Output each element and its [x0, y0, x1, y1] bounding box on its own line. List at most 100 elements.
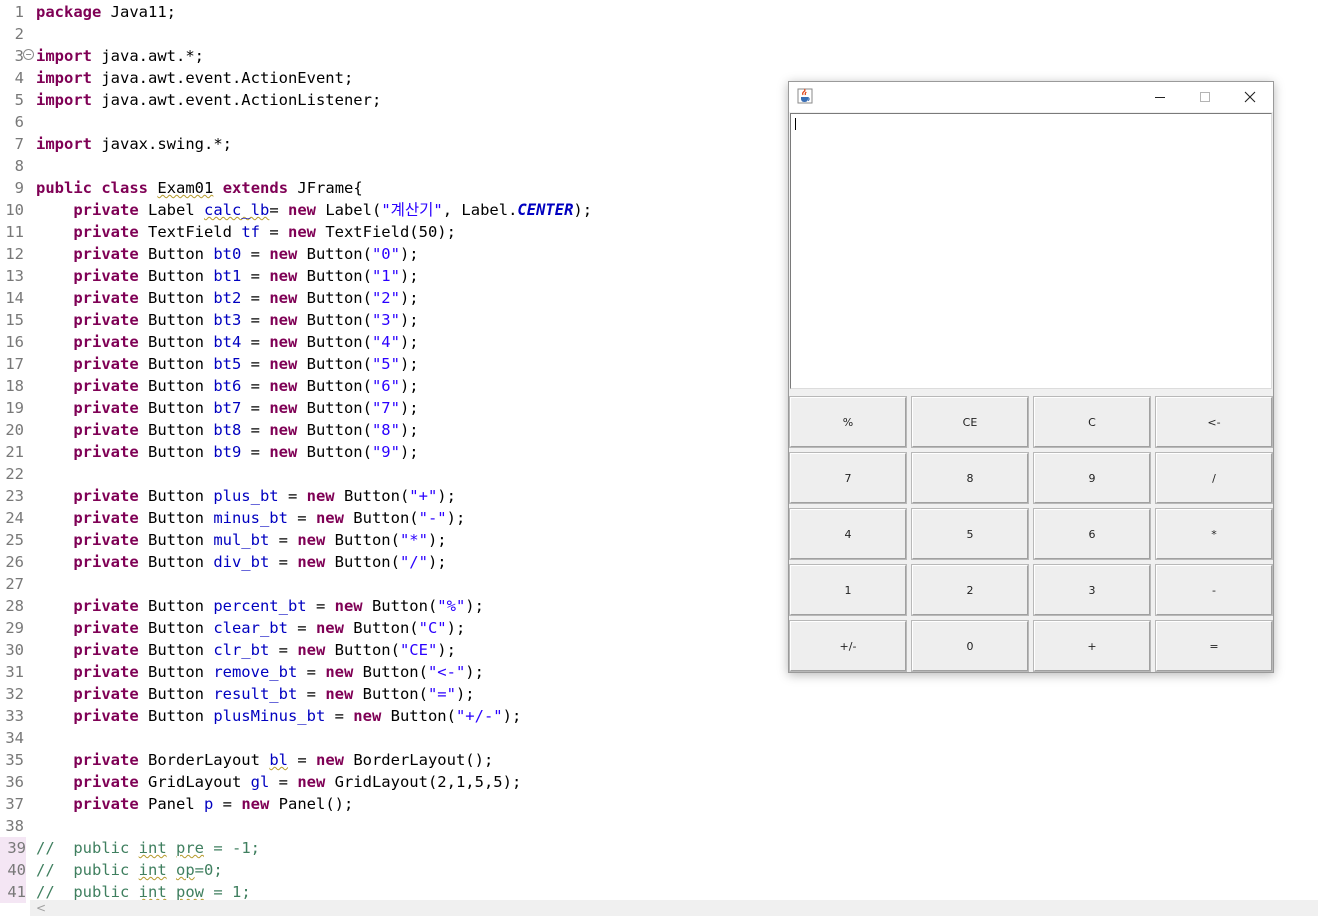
code-line[interactable]: private Button minus_bt = new Button("-"…	[36, 507, 465, 529]
code-token: Button(	[297, 267, 372, 285]
code-token: "6"	[371, 377, 400, 395]
display-textfield[interactable]	[790, 113, 1272, 389]
key-digit-6-button[interactable]: 6	[1033, 508, 1151, 560]
code-line[interactable]: package Java11;	[36, 1, 176, 23]
code-line[interactable]: private Button mul_bt = new Button("*");	[36, 529, 446, 551]
code-line[interactable]: private Button plusMinus_bt = new Button…	[36, 705, 521, 727]
key-digit-4-button[interactable]: 4	[789, 508, 907, 560]
maximize-button[interactable]	[1182, 82, 1227, 112]
code-token: "9"	[371, 443, 400, 461]
window-titlebar[interactable]	[789, 82, 1273, 112]
code-token: );	[465, 597, 484, 615]
line-number: 38	[5, 817, 24, 835]
code-line[interactable]: private Button bt5 = new Button("5");	[36, 353, 418, 375]
code-token: =	[287, 509, 316, 527]
code-line[interactable]: private Button bt3 = new Button("3");	[36, 309, 418, 331]
code-line[interactable]: // public int op=0;	[36, 859, 223, 881]
key-equals-button[interactable]: =	[1155, 620, 1273, 672]
key-digit-2-button[interactable]: 2	[911, 564, 1029, 616]
code-token: Button	[138, 487, 214, 505]
key-percent-button[interactable]: %	[789, 396, 907, 448]
code-token: bt3	[213, 311, 242, 329]
code-line[interactable]: import javax.swing.*;	[36, 133, 232, 155]
code-token: private	[73, 707, 139, 725]
code-token: calc_lb	[203, 201, 270, 219]
code-line[interactable]: private Button bt2 = new Button("2");	[36, 287, 418, 309]
horizontal-scrollbar[interactable]: <	[30, 900, 1318, 916]
code-line[interactable]: private Button bt0 = new Button("0");	[36, 243, 418, 265]
key-multiply-button[interactable]: *	[1155, 508, 1273, 560]
key-digit-1-button[interactable]: 1	[789, 564, 907, 616]
code-line[interactable]: private Button bt8 = new Button("8");	[36, 419, 418, 441]
code-token: "1"	[371, 267, 400, 285]
key-digit-5-button[interactable]: 5	[911, 508, 1029, 560]
code-token: =	[269, 201, 288, 219]
code-line[interactable]: private Button bt9 = new Button("9");	[36, 441, 418, 463]
code-line[interactable]: private Button bt1 = new Button("1");	[36, 265, 418, 287]
code-line[interactable]: private Button clear_bt = new Button("C"…	[36, 617, 465, 639]
code-token: Button(	[334, 487, 410, 505]
code-line[interactable]: private Button plus_bt = new Button("+")…	[36, 485, 456, 507]
code-token: new	[353, 707, 382, 725]
key-add-button[interactable]: +	[1033, 620, 1151, 672]
code-line[interactable]: private BorderLayout bl = new BorderLayo…	[36, 749, 493, 771]
code-token: // public	[36, 839, 139, 857]
close-button[interactable]	[1227, 82, 1272, 112]
scroll-left-icon[interactable]: <	[36, 901, 46, 915]
key-digit-8-button[interactable]: 8	[911, 452, 1029, 504]
code-line[interactable]: private Button bt4 = new Button("4");	[36, 331, 419, 353]
close-icon	[1244, 91, 1255, 103]
code-token: java.awt.event.ActionListener;	[92, 91, 382, 109]
code-token: public	[36, 179, 92, 197]
code-token: // public	[36, 861, 139, 879]
code-token: );	[465, 663, 484, 681]
key-backspace-button[interactable]: <-	[1155, 396, 1273, 448]
code-token: );	[399, 333, 419, 351]
code-line[interactable]: private Button clr_bt = new Button("CE")…	[36, 639, 456, 661]
key-clear-entry-button[interactable]: CE	[911, 396, 1029, 448]
code-line[interactable]: private Panel p = new Panel();	[36, 793, 353, 815]
code-line[interactable]: private Button div_bt = new Button("/");	[36, 551, 446, 573]
code-token: =	[241, 311, 270, 329]
code-line[interactable]: import java.awt.event.ActionEvent;	[36, 67, 353, 89]
key-subtract-button[interactable]: -	[1155, 564, 1273, 616]
code-line[interactable]: // public int pre = -1;	[36, 837, 260, 859]
key-digit-0-button[interactable]: 0	[911, 620, 1029, 672]
code-token: Button(	[297, 399, 372, 417]
code-line[interactable]: private Button percent_bt = new Button("…	[36, 595, 484, 617]
fold-toggle-icon[interactable]: −	[23, 49, 34, 60]
code-line[interactable]: private TextField tf = new TextField(50)…	[36, 221, 456, 243]
code-token: TextField	[138, 223, 242, 241]
code-line[interactable]: import java.awt.event.ActionListener;	[36, 89, 381, 111]
code-token: Panel	[138, 795, 204, 813]
line-number: 25	[5, 531, 24, 549]
code-token: Button(	[362, 597, 438, 615]
code-token: clear_bt	[213, 619, 288, 637]
code-token: "2"	[371, 289, 400, 307]
code-line[interactable]: private Button bt6 = new Button("6");	[36, 375, 418, 397]
key-digit-7-button[interactable]: 7	[789, 452, 907, 504]
code-line[interactable]: private Button bt7 = new Button("7");	[36, 397, 418, 419]
code-line[interactable]: private Button remove_bt = new Button("<…	[36, 661, 484, 683]
key-clear-button[interactable]: C	[1033, 396, 1151, 448]
line-number: 3	[14, 47, 24, 65]
code-token: "3"	[371, 311, 400, 329]
key-digit-3-button[interactable]: 3	[1033, 564, 1151, 616]
key-divide-button[interactable]: /	[1155, 452, 1273, 504]
code-token: , Label.	[442, 201, 518, 219]
code-line[interactable]: private GridLayout gl = new GridLayout(2…	[36, 771, 521, 793]
key-plus-minus-button[interactable]: +/-	[789, 620, 907, 672]
code-token: =0;	[194, 861, 223, 879]
code-line[interactable]: public class Exam01 extends JFrame{	[36, 177, 363, 199]
code-line[interactable]: private Label calc_lb= new Label("계산기", …	[36, 199, 592, 221]
code-line[interactable]: import java.awt.*;	[36, 45, 204, 67]
key-digit-9-button[interactable]: 9	[1033, 452, 1151, 504]
code-line[interactable]: private Button result_bt = new Button("=…	[36, 683, 474, 705]
line-number: 5	[14, 91, 24, 109]
minimize-button[interactable]	[1137, 82, 1182, 112]
